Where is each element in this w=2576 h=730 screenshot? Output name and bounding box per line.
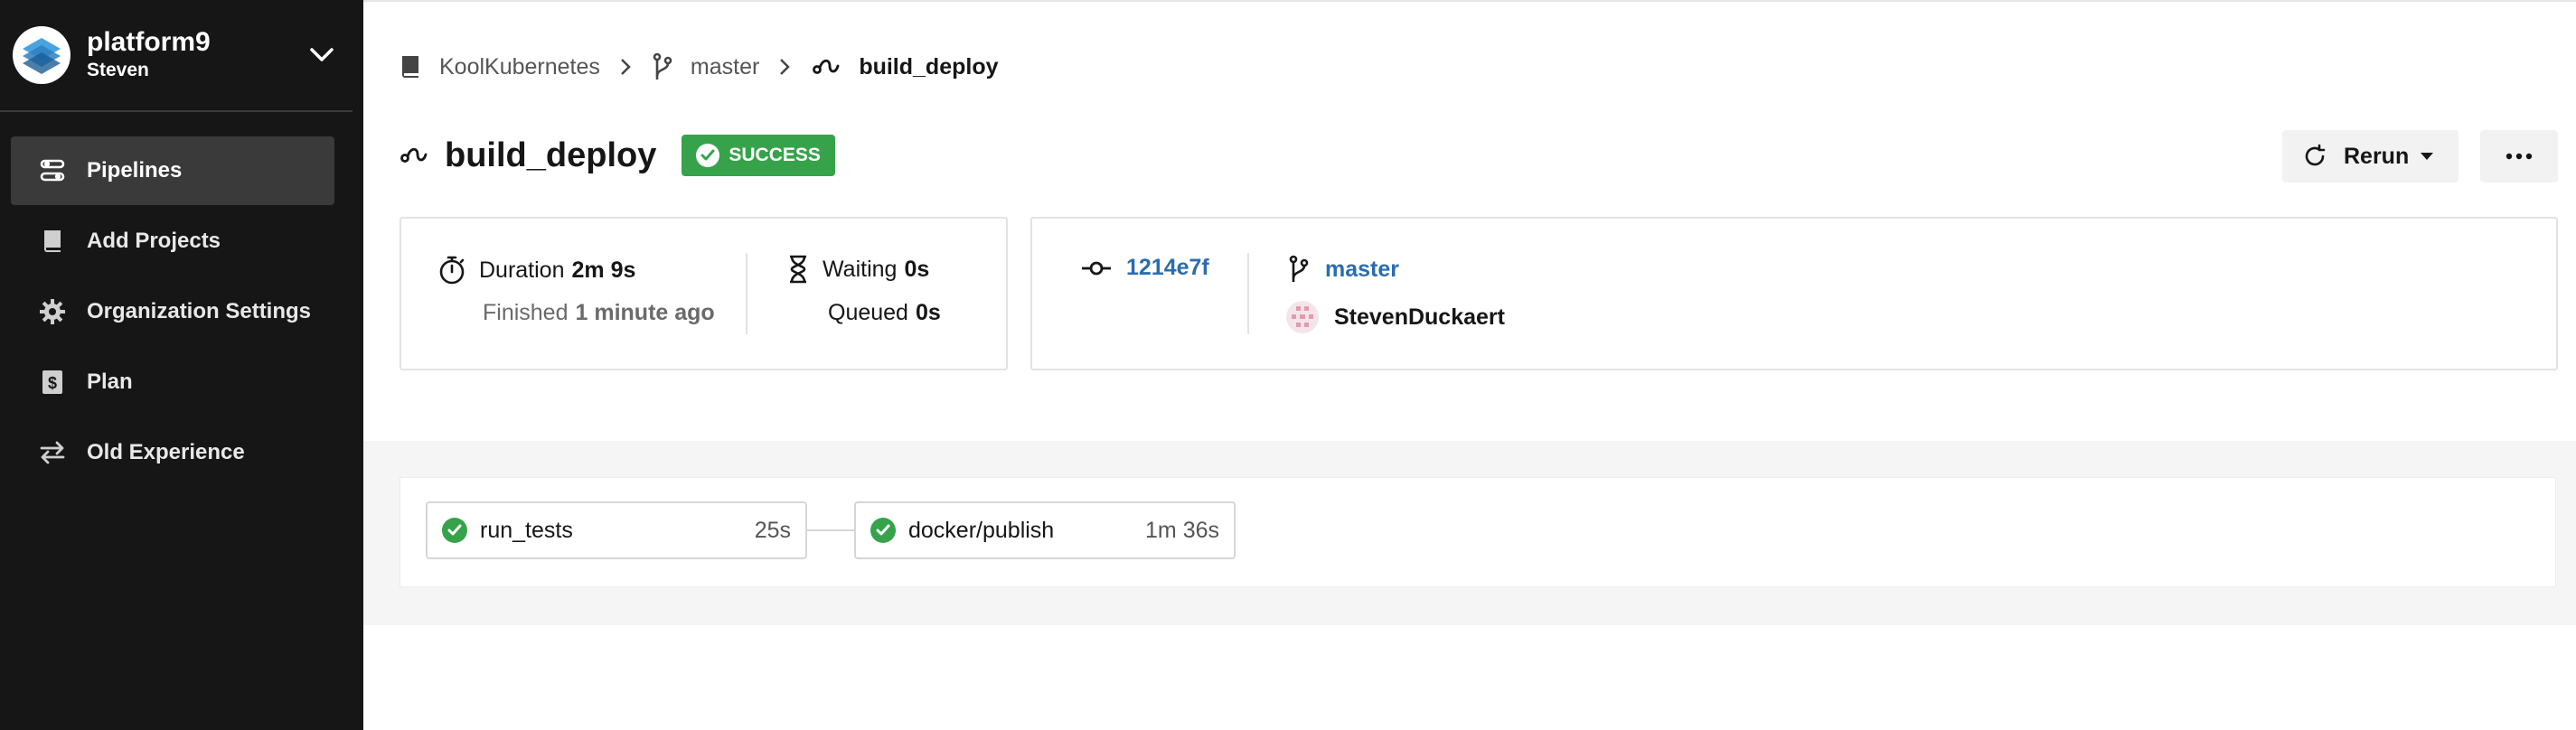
svg-text:$: $ (48, 374, 57, 392)
status-badge-label: SUCCESS (729, 145, 821, 165)
check-circle-icon (870, 518, 896, 543)
workflow-icon (400, 145, 428, 166)
workflow-icon (812, 57, 841, 77)
sidebar-item-add-projects[interactable]: Add Projects (11, 207, 334, 276)
waiting-label: Waiting (823, 256, 898, 282)
author-stat: StevenDuckaert (1285, 300, 1505, 334)
commit-icon (1081, 260, 1112, 276)
job-duration: 25s (754, 517, 791, 543)
workflow-canvas: run_tests 25s docker/publish 1m 36s (400, 477, 2556, 587)
page-header: build_deploy SUCCESS (400, 130, 835, 181)
commit-card: 1214e7f master StevenDuckaert (1030, 217, 2558, 370)
workflow-graph: run_tests 25s docker/publish 1m 36s (363, 441, 2576, 625)
gear-icon (38, 297, 67, 326)
breadcrumb-project[interactable]: KoolKubernetes (400, 54, 600, 80)
book-icon (38, 227, 67, 256)
chevron-right-icon (620, 58, 631, 76)
check-circle-icon (696, 144, 720, 167)
sidebar-item-pipelines[interactable]: Pipelines (11, 136, 334, 205)
main-content: KoolKubernetes master build_deploy build… (363, 0, 2576, 730)
refresh-icon (2302, 144, 2327, 169)
sidebar-item-label: Plan (87, 370, 133, 394)
duration-value: 2m 9s (571, 257, 636, 283)
job-name: run_tests (480, 517, 573, 543)
divider (1247, 253, 1249, 334)
caret-down-icon (2420, 152, 2434, 161)
finished-label: Finished (483, 300, 569, 325)
check-circle-icon (442, 518, 467, 543)
finished-stat: Finished 1 minute ago (483, 300, 715, 326)
breadcrumb-project-label: KoolKubernetes (439, 53, 600, 80)
branch-icon (653, 52, 672, 81)
sidebar-item-label: Pipelines (87, 158, 183, 182)
breadcrumb-workflow: build_deploy (812, 53, 999, 80)
chevron-right-icon (779, 58, 791, 76)
job-run-tests[interactable]: run_tests 25s (426, 501, 807, 559)
sidebar-item-label: Add Projects (87, 229, 221, 253)
commit-stat: 1214e7f (1081, 255, 1209, 281)
page-title: build_deploy (445, 136, 657, 174)
pipelines-icon (38, 156, 67, 185)
rerun-label: Rerun (2344, 143, 2410, 169)
author-name: StevenDuckaert (1334, 304, 1505, 330)
job-docker-publish[interactable]: docker/publish 1m 36s (854, 501, 1236, 559)
waiting-stat: Waiting 0s (788, 255, 929, 284)
org-switcher[interactable]: platform9 Steven (0, 0, 353, 112)
branch-stat: master (1289, 255, 1399, 284)
job-connector (807, 529, 854, 531)
duration-stat: Duration 2m 9s (437, 255, 635, 285)
sidebar-nav: Pipelines Add Projects Organization Sett… (0, 112, 363, 487)
commit-hash-link[interactable]: 1214e7f (1126, 255, 1209, 281)
sidebar-item-organization-settings[interactable]: Organization Settings (11, 277, 334, 346)
job-duration: 1m 36s (1145, 517, 1219, 543)
chevron-down-icon[interactable] (304, 37, 340, 73)
waiting-value: 0s (904, 256, 930, 282)
ellipsis-icon (2505, 153, 2533, 160)
breadcrumb-workflow-label: build_deploy (859, 53, 999, 80)
more-actions-button[interactable] (2480, 130, 2558, 182)
job-name: docker/publish (908, 517, 1055, 543)
org-logo (13, 26, 71, 84)
sidebar-item-label: Old Experience (87, 440, 245, 464)
branch-link[interactable]: master (1325, 257, 1399, 283)
sidebar-item-label: Organization Settings (87, 299, 312, 323)
hourglass-icon (788, 255, 808, 284)
sidebar-item-old-experience[interactable]: Old Experience (11, 418, 334, 487)
duration-label: Duration (479, 257, 565, 283)
queued-value: 0s (915, 300, 941, 325)
rerun-button[interactable]: Rerun (2282, 130, 2458, 182)
breadcrumb-branch[interactable]: master (653, 52, 759, 81)
timing-card: Duration 2m 9s Finished 1 minute ago Wai… (400, 217, 1008, 370)
status-badge: SUCCESS (682, 135, 835, 176)
book-icon (400, 54, 421, 80)
finished-value: 1 minute ago (575, 300, 715, 325)
stopwatch-icon (437, 255, 466, 285)
queued-label: Queued (828, 300, 908, 325)
breadcrumb-branch-label: master (690, 53, 760, 80)
org-name: platform9 (87, 27, 211, 57)
sidebar-item-plan[interactable]: $ Plan (11, 348, 334, 416)
queued-stat: Queued 0s (828, 300, 941, 326)
switch-icon (38, 438, 67, 467)
dollar-icon: $ (38, 368, 67, 397)
breadcrumb: KoolKubernetes master build_deploy (400, 49, 999, 85)
branch-icon (1289, 255, 1309, 284)
avatar (1285, 300, 1320, 334)
divider (746, 253, 747, 334)
sidebar: platform9 Steven Pipelines Add Projects … (0, 0, 363, 730)
org-user: Steven (87, 60, 149, 80)
